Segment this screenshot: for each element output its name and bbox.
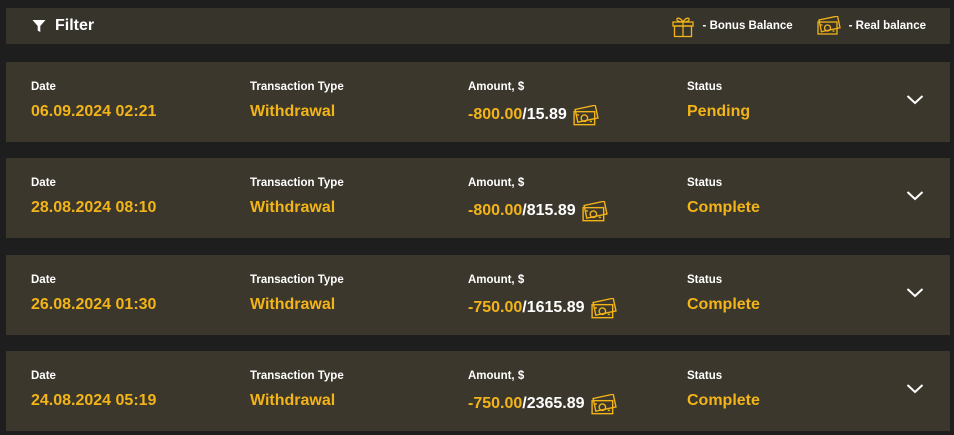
gift-icon xyxy=(671,14,695,38)
amount-label: Amount, $ xyxy=(468,274,525,286)
chevron-down-icon[interactable] xyxy=(906,383,924,395)
type-value: Withdrawal xyxy=(250,392,336,409)
legend-bonus-label: - Bonus Balance xyxy=(702,20,793,32)
status-label: Status xyxy=(687,81,723,93)
filter-bar: Filter - Bonus Balance - Real balance xyxy=(6,8,950,44)
type-value: Withdrawal xyxy=(250,103,336,120)
cash-icon xyxy=(590,298,617,320)
legend-real-label: - Real balance xyxy=(848,20,926,32)
amount-value: -800.00/815.89 xyxy=(468,199,608,223)
status-value: Complete xyxy=(687,296,760,313)
amount-label: Amount, $ xyxy=(468,81,525,93)
date-value: 26.08.2024 01:30 xyxy=(31,296,157,313)
status-value: Pending xyxy=(687,103,751,120)
legend-bonus: - Bonus Balance xyxy=(671,14,793,38)
amount-value: -800.00/15.89 xyxy=(468,103,599,127)
amount-balance: /1615.89 xyxy=(522,299,585,316)
date-label: Date xyxy=(31,370,56,382)
amount-label: Amount, $ xyxy=(468,177,525,189)
cash-icon xyxy=(590,394,617,416)
amount-balance: /15.89 xyxy=(522,106,567,123)
amount-label: Amount, $ xyxy=(468,370,525,382)
status-value: Complete xyxy=(687,199,760,216)
amount-value: -750.00/2365.89 xyxy=(468,392,617,416)
transaction-row[interactable]: Date 24.08.2024 05:19 Transaction Type W… xyxy=(6,351,950,431)
amount-balance: /2365.89 xyxy=(522,395,585,412)
transactions-page: Filter - Bonus Balance - Real balance Da… xyxy=(0,0,954,435)
amount-change: -800.00 xyxy=(468,106,523,123)
transaction-row[interactable]: Date 06.09.2024 02:21 Transaction Type W… xyxy=(6,62,950,142)
date-value: 24.08.2024 05:19 xyxy=(31,392,157,409)
status-label: Status xyxy=(687,370,723,382)
filter-button[interactable]: Filter xyxy=(32,17,94,35)
amount-value: -750.00/1615.89 xyxy=(468,296,617,320)
type-label: Transaction Type xyxy=(250,81,344,93)
chevron-down-icon[interactable] xyxy=(906,190,924,202)
type-label: Transaction Type xyxy=(250,370,344,382)
chevron-down-icon[interactable] xyxy=(906,287,924,299)
type-value: Withdrawal xyxy=(250,296,336,313)
status-value: Complete xyxy=(687,392,760,409)
amount-balance: /815.89 xyxy=(522,202,576,219)
legend-real: - Real balance xyxy=(817,16,926,36)
date-label: Date xyxy=(31,81,56,93)
transaction-row[interactable]: Date 26.08.2024 01:30 Transaction Type W… xyxy=(6,255,950,335)
amount-change: -750.00 xyxy=(468,299,523,316)
amount-change: -800.00 xyxy=(468,202,523,219)
date-value: 06.09.2024 02:21 xyxy=(31,103,157,120)
status-label: Status xyxy=(687,274,723,286)
cash-icon xyxy=(582,201,608,223)
funnel-icon xyxy=(32,19,46,33)
amount-change: -750.00 xyxy=(468,395,523,412)
date-value: 28.08.2024 08:10 xyxy=(31,199,157,216)
transaction-row[interactable]: Date 28.08.2024 08:10 Transaction Type W… xyxy=(6,158,950,238)
chevron-down-icon[interactable] xyxy=(906,94,924,106)
date-label: Date xyxy=(31,274,56,286)
date-label: Date xyxy=(31,177,56,189)
cash-icon xyxy=(817,16,841,36)
cash-icon xyxy=(573,105,599,127)
status-label: Status xyxy=(687,177,723,189)
balance-legend: - Bonus Balance - Real balance xyxy=(671,8,950,44)
filter-label: Filter xyxy=(55,17,95,34)
type-value: Withdrawal xyxy=(250,199,336,216)
type-label: Transaction Type xyxy=(250,177,344,189)
type-label: Transaction Type xyxy=(250,274,344,286)
